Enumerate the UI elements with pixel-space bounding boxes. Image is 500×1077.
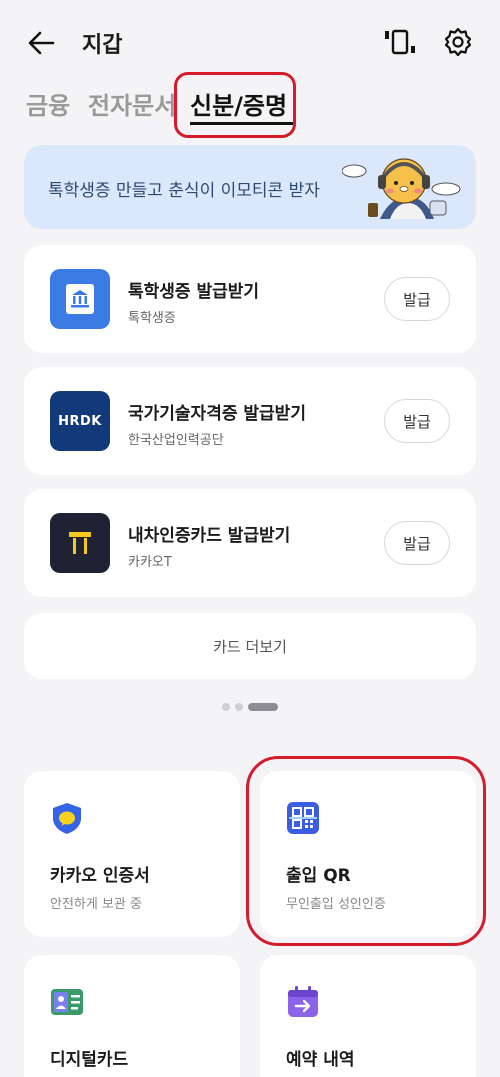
page-title: 지갑 <box>82 33 123 58</box>
tile-title: 디지털카드 <box>50 1050 129 1070</box>
tile-title: 카카오 인증서 <box>50 866 150 886</box>
tab-e-documents[interactable]: 전자문서 <box>88 86 176 121</box>
top-bar: 지갑 <box>0 0 500 80</box>
arrow-left-icon[interactable] <box>26 28 56 58</box>
issue-button[interactable]: 발급 <box>384 277 450 321</box>
tile-digital-card[interactable]: 디지털카드 <box>24 955 240 1077</box>
calendar-arrow-icon <box>288 986 318 1017</box>
id-card-icon <box>51 989 83 1015</box>
card-car-verification[interactable]: 내차인증카드 발급받기 카카오T 발급 <box>24 489 476 597</box>
tile-subtitle: 안전하게 보관 중 <box>50 897 142 912</box>
kakao-t-logo-icon <box>50 513 110 573</box>
annotation-highlight-tab <box>174 72 296 138</box>
card-subtitle: 톡학생증 <box>128 311 176 326</box>
card-national-license[interactable]: HRDK 국가기술자격증 발급받기 한국산업인력공단 발급 <box>24 367 476 475</box>
tile-title: 예약 내역 <box>286 1050 355 1070</box>
tile-kakao-certificate[interactable]: 카카오 인증서 안전하게 보관 중 <box>24 771 240 937</box>
character-illustration-icon <box>342 158 461 219</box>
page-dot-active <box>248 703 278 711</box>
tab-finance[interactable]: 금융 <box>26 86 70 121</box>
card-subtitle: 카카오T <box>128 555 172 570</box>
page-dot <box>222 703 230 711</box>
annotation-highlight-qr <box>246 756 486 946</box>
issue-button[interactable]: 발급 <box>384 399 450 443</box>
gear-icon[interactable] <box>442 26 474 58</box>
more-cards-button[interactable]: 카드 더보기 <box>24 613 476 679</box>
card-title: 내차인증카드 발급받기 <box>128 526 291 546</box>
hrdk-logo-text: HRDK <box>58 413 102 429</box>
bank-building-icon <box>50 269 110 329</box>
page-dot <box>235 703 243 711</box>
hrdk-logo-icon: HRDK <box>50 391 110 451</box>
tile-reservation-history[interactable]: 예약 내역 <box>260 955 476 1077</box>
card-title: 국가기술자격증 발급받기 <box>128 404 306 424</box>
promo-banner[interactable]: 톡학생증 만들고 춘식이 이모티콘 받자 <box>24 145 476 229</box>
card-student-id[interactable]: 톡학생증 발급받기 톡학생증 발급 <box>24 245 476 353</box>
card-subtitle: 한국산업인력공단 <box>128 433 224 448</box>
issue-button[interactable]: 발급 <box>384 521 450 565</box>
banner-text: 톡학생증 만들고 춘식이 이모티콘 받자 <box>48 181 320 201</box>
card-title: 톡학생증 발급받기 <box>128 282 260 302</box>
shield-icon <box>53 803 81 834</box>
device-frame-icon[interactable] <box>382 28 416 56</box>
